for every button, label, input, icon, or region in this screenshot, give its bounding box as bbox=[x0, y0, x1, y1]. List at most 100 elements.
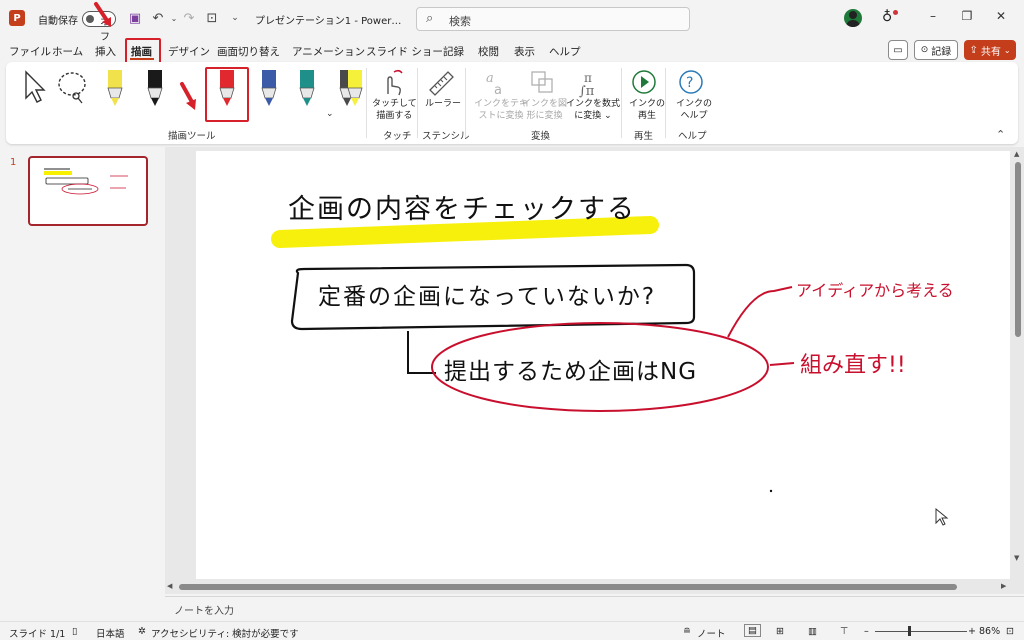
share-button[interactable]: ⇪ 共有 ⌄ bbox=[964, 40, 1016, 60]
ink-to-text-icon[interactable]: a a bbox=[482, 68, 510, 98]
redo-icon[interactable]: ↷ bbox=[180, 9, 198, 27]
fit-to-window-icon[interactable]: ⊡ bbox=[1006, 626, 1014, 637]
group-label-convert: 変換 bbox=[531, 131, 551, 142]
ink-replay-line2: 再生 bbox=[638, 111, 657, 121]
tab-insert[interactable]: 挿入 bbox=[95, 44, 116, 59]
lightbulb-icon[interactable]: ♁ bbox=[882, 9, 892, 25]
pen-galaxy-icon[interactable] bbox=[261, 70, 277, 106]
tab-view[interactable]: 表示 bbox=[514, 44, 535, 59]
touch-draw-line1: タッチして bbox=[372, 99, 417, 109]
save-icon[interactable]: ▣ bbox=[126, 9, 144, 27]
highlighter-yellow-icon[interactable] bbox=[347, 70, 363, 106]
zoom-slider-thumb[interactable] bbox=[908, 626, 911, 636]
ink-to-shape-icon[interactable] bbox=[528, 68, 556, 96]
share-label: 共有 bbox=[980, 46, 1001, 58]
ruler-icon[interactable] bbox=[427, 68, 455, 96]
lasso-select-icon[interactable] bbox=[56, 70, 90, 106]
slide-canvas[interactable]: 企画の内容をチェックする 定番の企画になっていないか? 提出するため企画はNG … bbox=[196, 151, 1010, 579]
close-icon[interactable]: ✕ bbox=[990, 9, 1012, 29]
group-separator bbox=[665, 68, 666, 138]
notes-toggle[interactable]: ノート bbox=[697, 626, 726, 640]
ink-to-math-icon[interactable]: π ∫π bbox=[576, 68, 604, 99]
scroll-right-icon[interactable]: ▶ bbox=[1001, 582, 1006, 590]
ruler-button[interactable]: ルーラー bbox=[425, 98, 461, 110]
tab-file[interactable]: ファイル bbox=[9, 44, 51, 59]
tab-record[interactable]: 記録 bbox=[443, 44, 464, 59]
touch-draw-icon[interactable] bbox=[378, 68, 406, 96]
spellcheck-icon[interactable]: ▯ bbox=[72, 626, 77, 637]
pen-options-chevron-icon[interactable]: ⌄ bbox=[326, 109, 334, 119]
tab-animations[interactable]: アニメーション bbox=[292, 44, 365, 59]
accessibility-status[interactable]: アクセシビリティ: 検討が必要です bbox=[151, 626, 299, 640]
notification-dot bbox=[893, 10, 898, 15]
group-separator bbox=[366, 68, 367, 138]
present-icon[interactable]: ⊡ bbox=[203, 9, 221, 27]
yellow-highlight-stroke bbox=[271, 216, 659, 248]
vertical-scroll-thumb[interactable] bbox=[1015, 162, 1021, 337]
slideshow-view-icon[interactable]: ⊤ bbox=[840, 626, 848, 637]
ink-help-line2: ヘルプ bbox=[680, 111, 708, 121]
horizontal-scrollbar[interactable]: ◀ ▶ bbox=[165, 580, 1013, 594]
pen-black-icon[interactable] bbox=[147, 70, 163, 106]
ink-replay-icon[interactable] bbox=[630, 68, 658, 96]
horizontal-scroll-thumb[interactable] bbox=[179, 584, 957, 590]
scroll-left-icon[interactable]: ◀ bbox=[167, 582, 172, 590]
ink-to-text-button[interactable]: インクをテキ ストに変換 bbox=[474, 98, 528, 122]
red-arrow-annotation bbox=[94, 2, 111, 27]
restore-icon[interactable]: ❐ bbox=[956, 9, 978, 29]
draw-tab-highlight bbox=[125, 38, 161, 64]
zoom-slider[interactable] bbox=[875, 631, 967, 632]
zoom-out-icon[interactable]: – bbox=[864, 626, 869, 637]
normal-view-icon[interactable]: ▤ bbox=[744, 624, 761, 637]
ink-to-shape-line2: 形に変換 bbox=[526, 111, 563, 121]
ink-replay-line1: インクの bbox=[629, 99, 666, 109]
svg-text:π: π bbox=[584, 71, 592, 85]
tab-design[interactable]: デザイン bbox=[168, 44, 210, 59]
red-line-upper bbox=[727, 286, 793, 338]
collapse-ribbon-icon[interactable]: ⌃ bbox=[996, 128, 1005, 141]
pen-teal-icon[interactable] bbox=[299, 70, 315, 106]
notes-pane[interactable]: ノートを入力 bbox=[165, 596, 1024, 620]
slide-title-ink: 企画の内容をチェックする bbox=[288, 194, 636, 225]
scroll-up-icon[interactable]: ▲ bbox=[1014, 150, 1019, 158]
minimize-icon[interactable]: – bbox=[922, 9, 944, 29]
language-indicator[interactable]: 日本語 bbox=[96, 626, 125, 640]
ink-replay-button[interactable]: インクの 再生 bbox=[629, 98, 665, 122]
ink-to-math-line2: に変換 ⌄ bbox=[574, 111, 612, 121]
search-input[interactable]: ⌕ 検索 bbox=[416, 7, 690, 31]
group-separator bbox=[621, 68, 622, 138]
slide-sorter-icon[interactable]: ⊞ bbox=[776, 626, 784, 637]
zoom-in-icon[interactable]: + bbox=[968, 626, 976, 637]
ink-to-math-button[interactable]: インクを数式 に変換 ⌄ bbox=[566, 98, 620, 122]
comments-icon[interactable]: ▭ bbox=[888, 40, 908, 60]
status-bar: スライド 1/1 ▯ 日本語 ✲ アクセシビリティ: 検討が必要です ≘ ノート… bbox=[0, 621, 1024, 640]
select-objects-icon[interactable] bbox=[22, 70, 50, 106]
touch-draw-button[interactable]: タッチして 描画する bbox=[372, 98, 417, 122]
record-button[interactable]: ⊙ 記録 bbox=[914, 40, 958, 60]
ink-to-text-line1: インクをテキ bbox=[474, 99, 529, 109]
accessibility-icon: ✲ bbox=[138, 626, 146, 637]
vertical-scrollbar[interactable]: ▲ ▼ bbox=[1012, 150, 1024, 578]
red-line-lower bbox=[769, 362, 795, 366]
pen-yellow-icon[interactable] bbox=[107, 70, 123, 106]
avatar[interactable] bbox=[844, 9, 862, 27]
mouse-cursor-icon bbox=[935, 507, 949, 526]
ink-help-button[interactable]: インクの ヘルプ bbox=[676, 98, 712, 122]
customize-toolbar-icon[interactable]: ⌄ bbox=[226, 9, 244, 27]
group-label-stencil: ステンシル bbox=[422, 131, 470, 142]
thumbnail-number: 1 bbox=[10, 157, 17, 168]
ink-help-icon[interactable]: ? bbox=[677, 68, 705, 96]
slide-thumbnail[interactable] bbox=[28, 156, 148, 226]
tab-transitions[interactable]: 画面切り替え bbox=[217, 44, 280, 59]
tab-review[interactable]: 校閲 bbox=[478, 44, 499, 59]
tab-home[interactable]: ホーム bbox=[52, 44, 83, 59]
zoom-level[interactable]: 86% bbox=[979, 626, 1000, 637]
tab-slideshow[interactable]: スライド ショー bbox=[366, 44, 443, 59]
scroll-down-icon[interactable]: ▼ bbox=[1014, 554, 1019, 562]
ink-to-shape-button[interactable]: インクを図 形に変換 bbox=[522, 98, 567, 122]
svg-text:a: a bbox=[486, 71, 494, 86]
reading-view-icon[interactable]: ▥ bbox=[808, 626, 817, 637]
title-bar: P 自動保存 オフ ▣ ↶ ⌄ ↷ ⊡ ⌄ プレゼンテーション1 - Power… bbox=[0, 0, 1024, 43]
tab-help[interactable]: ヘルプ bbox=[549, 44, 581, 59]
group-label-draw-tools: 描画ツール bbox=[168, 131, 216, 142]
